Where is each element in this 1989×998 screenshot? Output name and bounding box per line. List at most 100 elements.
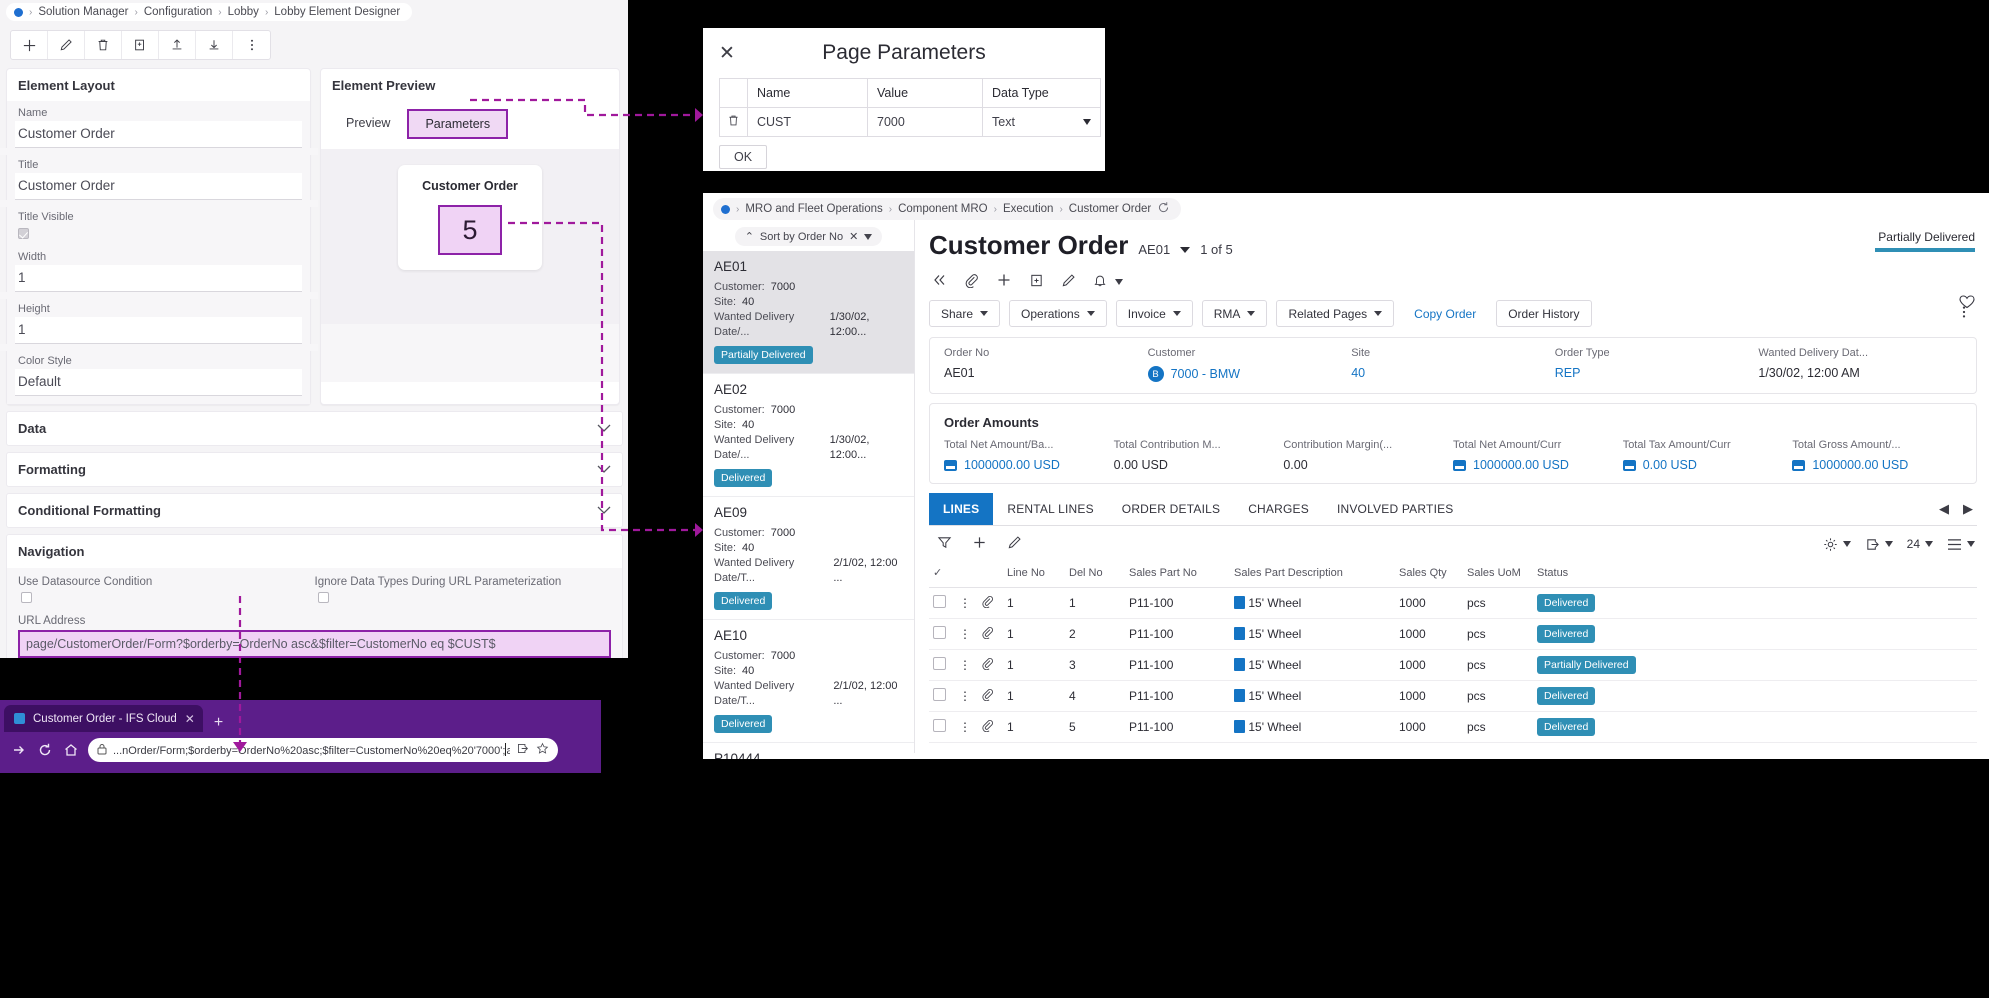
invoice-button[interactable]: Invoice xyxy=(1116,300,1193,327)
page-size-selector[interactable]: 24 xyxy=(1907,537,1933,551)
attachment-icon[interactable] xyxy=(977,681,1003,712)
row-menu-icon[interactable]: ⋮ xyxy=(955,619,977,650)
attachment-icon[interactable] xyxy=(977,588,1003,619)
address-bar-text[interactable]: ...nOrder/Form;$orderby=OrderNo%20asc;$f… xyxy=(113,743,510,757)
browser-tab[interactable]: Customer Order - IFS Cloud ✕ xyxy=(4,705,203,732)
favorite-icon[interactable] xyxy=(1959,294,1975,312)
field-site-value[interactable]: 40 xyxy=(1351,366,1555,380)
forward-icon[interactable] xyxy=(10,741,28,759)
field-customer-value[interactable]: B 7000 - BMW xyxy=(1148,366,1352,382)
list-item[interactable]: AE02 Customer:7000 Site:40 Wanted Delive… xyxy=(703,374,914,497)
width-input[interactable]: 1 xyxy=(15,265,302,292)
clear-sort-icon[interactable]: ✕ xyxy=(849,230,858,243)
breadcrumb-item-lobby[interactable]: Lobby xyxy=(228,6,259,18)
scroll-left-icon[interactable]: ◀ xyxy=(1939,501,1949,517)
scroll-right-icon[interactable]: ▶ xyxy=(1963,501,1973,517)
ignore-data-types-checkbox[interactable] xyxy=(318,592,329,603)
cell-sales-part-no[interactable]: P11-100 xyxy=(1125,650,1230,681)
notification-bell-icon[interactable] xyxy=(1093,273,1107,291)
tab-preview[interactable]: Preview xyxy=(329,109,407,139)
row-checkbox[interactable] xyxy=(929,619,955,650)
row-menu-icon[interactable]: ⋮ xyxy=(955,681,977,712)
cell-sales-part-no[interactable]: P11-100 xyxy=(1125,588,1230,619)
breadcrumb-item-lobby-element-designer[interactable]: Lobby Element Designer xyxy=(274,6,400,18)
row-checkbox[interactable] xyxy=(929,712,955,743)
use-datasource-condition-checkbox[interactable] xyxy=(21,592,32,603)
home-icon[interactable] xyxy=(62,741,80,759)
breadcrumb-item-mro-fleet[interactable]: MRO and Fleet Operations xyxy=(745,203,882,215)
row-checkbox[interactable] xyxy=(929,681,955,712)
table-row[interactable]: ⋮ 1 1 P11-100 15' Wheel 1000 pcs Deliver… xyxy=(929,588,1977,619)
breadcrumb-item-execution[interactable]: Execution xyxy=(1003,203,1054,215)
duplicate-icon[interactable] xyxy=(1029,273,1044,291)
chevron-down-icon[interactable] xyxy=(1180,247,1190,253)
accordion-conditional-formatting[interactable]: Conditional Formatting xyxy=(6,493,623,528)
tab-rental-lines[interactable]: RENTAL LINES xyxy=(993,493,1107,525)
export-icon[interactable] xyxy=(159,31,196,59)
share-button[interactable]: Share xyxy=(929,300,1000,327)
export-icon[interactable] xyxy=(1865,537,1893,552)
url-address-input[interactable]: page/CustomerOrder/Form?$orderby=OrderNo… xyxy=(18,630,611,658)
edit-icon[interactable] xyxy=(48,31,85,59)
amount-total-tax-curr-value[interactable]: 0.00 USD xyxy=(1623,458,1793,472)
ok-button[interactable]: OK xyxy=(719,145,767,169)
list-item[interactable]: AE09 Customer:7000 Site:40 Wanted Delive… xyxy=(703,497,914,620)
name-input[interactable]: Customer Order xyxy=(15,121,302,148)
copy-order-button[interactable]: Copy Order xyxy=(1403,300,1487,327)
row-menu-icon[interactable]: ⋮ xyxy=(955,588,977,619)
cell-sales-part-no[interactable]: P11-100 xyxy=(1125,681,1230,712)
refresh-icon[interactable] xyxy=(1157,201,1170,217)
attachment-icon[interactable] xyxy=(977,650,1003,681)
tab-parameters[interactable]: Parameters xyxy=(407,109,508,139)
color-style-input[interactable]: Default xyxy=(15,369,302,396)
height-input[interactable]: 1 xyxy=(15,317,302,344)
table-row[interactable]: ⋮ 1 4 P11-100 15' Wheel 1000 pcs Deliver… xyxy=(929,681,1977,712)
filter-icon[interactable] xyxy=(937,535,952,553)
title-visible-checkbox[interactable] xyxy=(18,228,29,239)
param-data-type-cell[interactable]: Text xyxy=(983,108,1101,137)
cell-sales-part-no[interactable]: P11-100 xyxy=(1125,619,1230,650)
edit-icon[interactable] xyxy=(1061,273,1076,291)
rma-button[interactable]: RMA xyxy=(1202,300,1268,327)
preview-tile[interactable]: Customer Order 5 xyxy=(398,165,542,270)
tab-involved-parties[interactable]: INVOLVED PARTIES xyxy=(1323,493,1468,525)
address-bar[interactable]: ...nOrder/Form;$orderby=OrderNo%20asc;$f… xyxy=(88,738,558,762)
add-icon[interactable] xyxy=(996,272,1012,291)
accordion-data[interactable]: Data xyxy=(6,411,623,446)
operations-button[interactable]: Operations xyxy=(1009,300,1107,327)
table-row[interactable]: ⋮ 1 5 P11-100 15' Wheel 1000 pcs Deliver… xyxy=(929,712,1977,743)
tab-lines[interactable]: LINES xyxy=(929,493,993,525)
tab-order-details[interactable]: ORDER DETAILS xyxy=(1108,493,1234,525)
share-icon[interactable] xyxy=(516,742,529,758)
import-icon[interactable] xyxy=(196,31,233,59)
accordion-formatting[interactable]: Formatting xyxy=(6,452,623,487)
amount-total-gross-value[interactable]: 1000000.00 USD xyxy=(1792,458,1962,472)
attachment-icon[interactable] xyxy=(977,619,1003,650)
amount-total-net-base-value[interactable]: 1000000.00 USD xyxy=(944,458,1114,472)
param-name-cell[interactable]: CUST xyxy=(748,108,868,137)
cell-sales-part-no[interactable]: P11-100 xyxy=(1125,712,1230,743)
attachment-icon[interactable] xyxy=(964,273,979,291)
new-tab-icon[interactable]: + xyxy=(214,714,223,732)
bookmark-star-icon[interactable] xyxy=(536,742,549,758)
row-checkbox[interactable] xyxy=(929,588,955,619)
field-order-type-value[interactable]: REP xyxy=(1555,366,1759,380)
sort-chip[interactable]: ⌃ Sort by Order No ✕ xyxy=(735,227,883,246)
delete-row-icon[interactable] xyxy=(720,108,748,137)
preview-tile-value[interactable]: 5 xyxy=(438,205,502,255)
attachment-icon[interactable] xyxy=(977,712,1003,743)
tab-charges[interactable]: CHARGES xyxy=(1234,493,1323,525)
accordion-navigation[interactable]: Navigation xyxy=(6,534,623,568)
table-row[interactable]: ⋮ 1 2 P11-100 15' Wheel 1000 pcs Deliver… xyxy=(929,619,1977,650)
close-icon[interactable]: ✕ xyxy=(185,712,195,726)
row-menu-icon[interactable]: ⋮ xyxy=(955,650,977,681)
param-value-cell[interactable]: 7000 xyxy=(868,108,983,137)
table-row[interactable]: ⋮ 1 3 P11-100 15' Wheel 1000 pcs Partial… xyxy=(929,650,1977,681)
list-item[interactable]: P10444 Customer:7000 Site:43 Wanted Deli… xyxy=(703,743,914,759)
list-item[interactable]: AE10 Customer:7000 Site:40 Wanted Delive… xyxy=(703,620,914,743)
duplicate-icon[interactable] xyxy=(122,31,159,59)
breadcrumb-item-component-mro[interactable]: Component MRO xyxy=(898,203,987,215)
settings-gear-icon[interactable] xyxy=(1823,537,1851,552)
header-select-all[interactable]: ✓ xyxy=(929,561,955,588)
row-checkbox[interactable] xyxy=(929,650,955,681)
